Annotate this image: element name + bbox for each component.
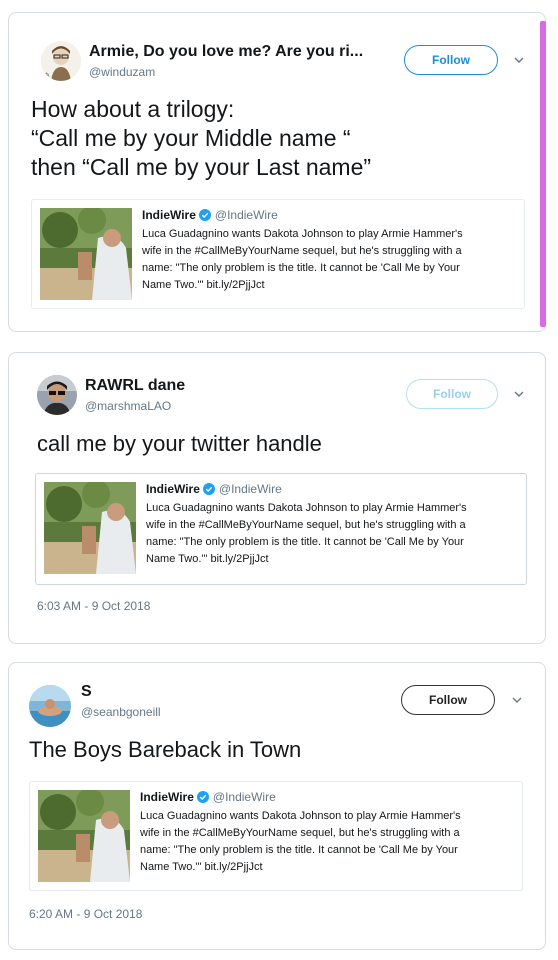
quoted-text-line: Name Two.'" bit.ly/2PjjJct — [146, 553, 269, 565]
display-name[interactable]: S — [81, 683, 92, 701]
quoted-text-line: wife in the #CallMeByYourName sequel, bu… — [140, 827, 460, 839]
quoted-tweet[interactable]: IndieWire @IndieWire Luca Guadagnino wan… — [29, 781, 523, 891]
quoted-text-line: wife in the #CallMeByYourName sequel, bu… — [142, 245, 462, 257]
quoted-author-handle[interactable]: @IndieWire — [219, 482, 282, 496]
quoted-text-line: Name Two.'" bit.ly/2PjjJct — [140, 861, 263, 873]
quoted-text-line: name: "The only problem is the title. It… — [142, 262, 460, 274]
quoted-text-line: name: "The only problem is the title. It… — [140, 844, 458, 856]
tweet-text: The Boys Bareback in Town — [29, 737, 302, 762]
chevron-down-icon[interactable] — [512, 53, 526, 67]
follow-button[interactable]: Follow — [401, 685, 495, 715]
tweet-text: How about a trilogy: “Call me by your Mi… — [31, 95, 371, 182]
tweet-text-line: How about a trilogy: — [31, 96, 235, 122]
display-name[interactable]: RAWRL dane — [85, 377, 185, 395]
tweet-text: call me by your twitter handle — [37, 431, 322, 456]
user-handle[interactable]: @winduzam — [89, 65, 155, 79]
avatar[interactable]: ✎ — [41, 41, 81, 81]
quoted-text-line: Luca Guadagnino wants Dakota Johnson to … — [146, 502, 467, 514]
quoted-author-name[interactable]: IndieWire — [140, 790, 194, 804]
quoted-tweet[interactable]: IndieWire @IndieWire Luca Guadagnino wan… — [31, 199, 525, 309]
display-name[interactable]: Armie, Do you love me? Are you ri... — [89, 43, 363, 61]
quoted-tweet-image — [40, 208, 132, 300]
quoted-text-line: wife in the #CallMeByYourName sequel, bu… — [146, 519, 466, 531]
tweet-card[interactable]: ✎ Armie, Do you love me? Are you ri... @… — [8, 12, 546, 332]
user-handle[interactable]: @seanbgoneill — [81, 705, 161, 719]
verified-badge-icon — [198, 209, 211, 221]
tweet-card[interactable]: RAWRL dane @marshmaLAO Follow call me by… — [8, 352, 546, 644]
tweet-text-line: then “Call me by your Last name” — [31, 154, 372, 180]
chevron-down-icon[interactable] — [512, 387, 526, 401]
timestamp[interactable]: 6:20 AM - 9 Oct 2018 — [29, 907, 142, 921]
quoted-text-line: Name Two.'" bit.ly/2PjjJct — [142, 279, 265, 291]
timestamp[interactable]: 6:03 AM - 9 Oct 2018 — [37, 599, 150, 613]
quoted-author-handle[interactable]: @IndieWire — [215, 208, 278, 222]
user-handle[interactable]: @marshmaLAO — [85, 399, 171, 413]
quoted-tweet-text: Luca Guadagnino wants Dakota Johnson to … — [142, 226, 516, 294]
quoted-text-line: Luca Guadagnino wants Dakota Johnson to … — [140, 810, 461, 822]
avatar[interactable] — [37, 375, 77, 415]
verified-badge-icon — [196, 791, 209, 803]
quoted-tweet-text: Luca Guadagnino wants Dakota Johnson to … — [146, 500, 518, 568]
svg-text:✎: ✎ — [45, 72, 50, 79]
quoted-text-line: name: "The only problem is the title. It… — [146, 536, 464, 548]
verified-badge-icon — [202, 483, 215, 495]
quoted-tweet-text: Luca Guadagnino wants Dakota Johnson to … — [140, 808, 514, 876]
quoted-tweet[interactable]: IndieWire @IndieWire Luca Guadagnino wan… — [35, 473, 527, 585]
quoted-author-name[interactable]: IndieWire — [146, 482, 200, 496]
chevron-down-icon[interactable] — [510, 693, 524, 707]
quoted-tweet-header: IndieWire @IndieWire — [142, 208, 278, 222]
tweet-text-line: “Call me by your Middle name “ — [31, 125, 351, 151]
quoted-tweet-image — [44, 482, 136, 574]
avatar[interactable] — [29, 685, 71, 727]
tweet-card[interactable]: S @seanbgoneill Follow The Boys Bareback… — [8, 662, 546, 950]
quoted-text-line: Luca Guadagnino wants Dakota Johnson to … — [142, 228, 463, 240]
quoted-author-name[interactable]: IndieWire — [142, 208, 196, 222]
quoted-tweet-header: IndieWire @IndieWire — [140, 790, 276, 804]
quoted-author-handle[interactable]: @IndieWire — [213, 790, 276, 804]
quoted-tweet-header: IndieWire @IndieWire — [146, 482, 282, 496]
quoted-tweet-image — [38, 790, 130, 882]
follow-button[interactable]: Follow — [406, 379, 498, 409]
follow-button[interactable]: Follow — [404, 45, 498, 75]
accent-bar — [540, 21, 546, 327]
